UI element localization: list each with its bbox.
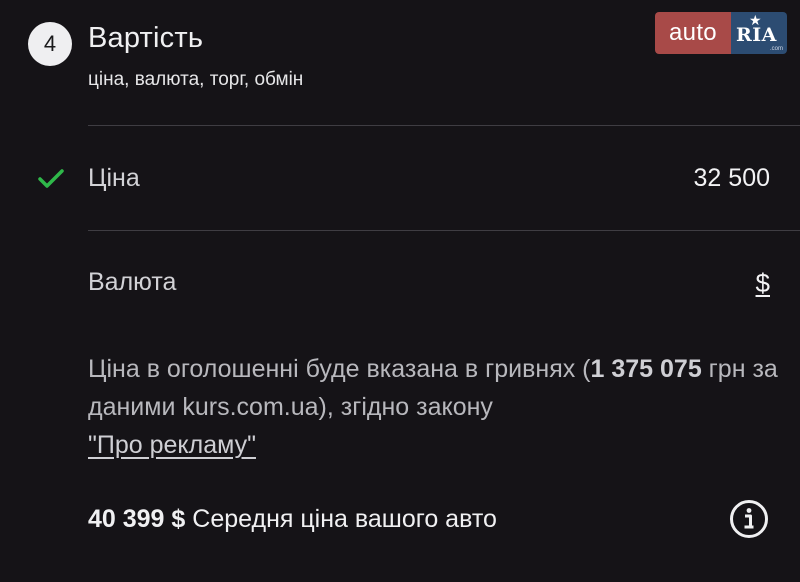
divider <box>88 230 800 231</box>
average-price-label: Середня ціна вашого авто <box>185 505 497 533</box>
price-value[interactable]: 32 500 <box>694 164 770 193</box>
check-icon <box>38 169 64 188</box>
logo-ria-block: ★ RIA .com <box>731 12 787 54</box>
logo-domain-text: .com <box>769 46 783 52</box>
price-notice: Ціна в оголошенні буде вказана в гривнях… <box>88 350 778 464</box>
advertising-law-link[interactable]: "Про рекламу" <box>88 431 256 459</box>
notice-text-before: Ціна в оголошенні буде вказана в гривнях… <box>88 355 591 383</box>
currency-select[interactable]: $ <box>756 268 770 299</box>
currency-label: Валюта <box>88 268 177 296</box>
step-number-badge: 4 <box>28 22 72 66</box>
logo-ria-text: RIA <box>736 24 777 46</box>
section-subtitle: ціна, валюта, торг, обмін <box>88 69 304 90</box>
divider <box>88 125 800 126</box>
notice-uah-amount: 1 375 075 <box>590 355 702 383</box>
price-label: Ціна <box>88 164 140 192</box>
logo-auto-text: auto <box>655 12 731 54</box>
info-icon[interactable] <box>729 499 769 539</box>
section-title: Вартість <box>88 22 204 54</box>
average-price-amount: 40 399 $ <box>88 505 186 533</box>
average-price: 40 399 $ Середня ціна вашого авто <box>88 505 497 534</box>
autoria-logo[interactable]: auto ★ RIA .com <box>655 12 787 54</box>
